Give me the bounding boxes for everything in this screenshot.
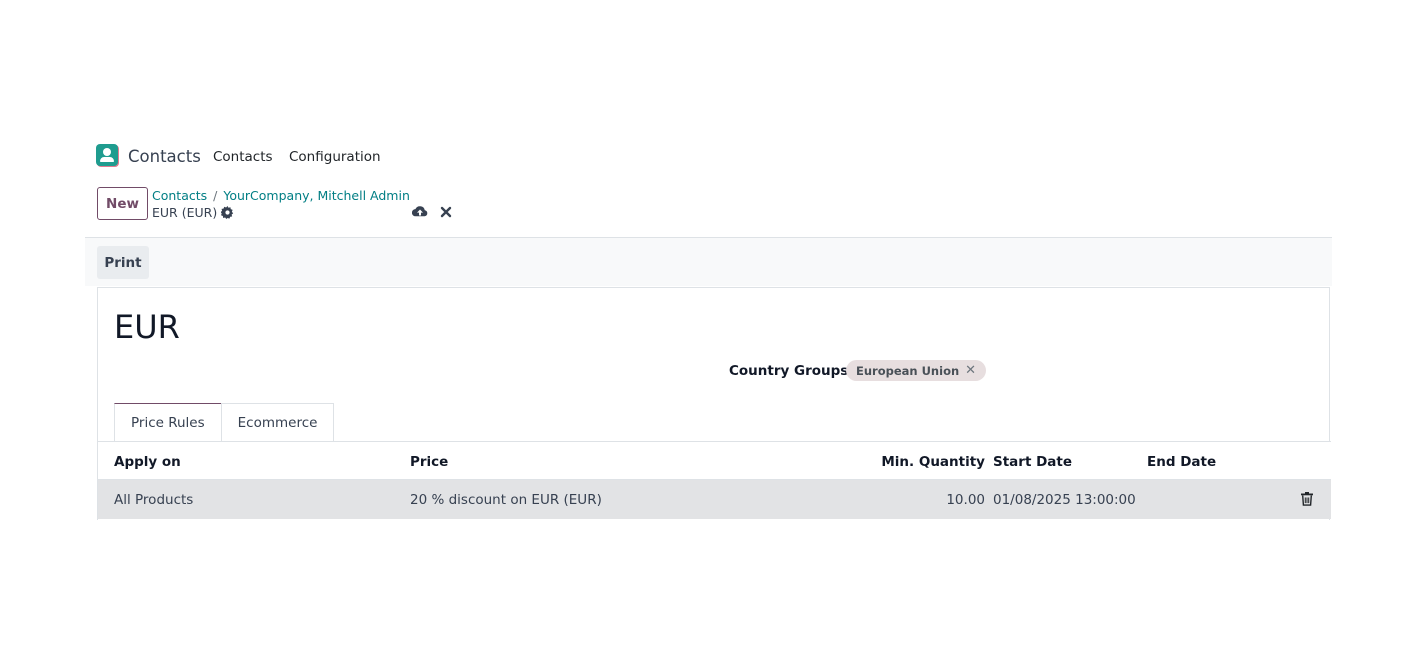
cloud-upload-icon[interactable] — [412, 205, 428, 219]
country-group-tag: European Union ✕ — [846, 360, 987, 381]
trash-icon[interactable] — [1301, 492, 1313, 506]
record-title: EUR (EUR) — [152, 205, 234, 220]
tab-ecommerce[interactable]: Ecommerce — [220, 403, 335, 442]
column-end-date[interactable]: End Date — [1147, 454, 1216, 470]
cell-start-date: 01/08/2025 13:00:00 — [993, 492, 1136, 508]
country-groups-label: Country Groups — [729, 363, 849, 379]
country-group-tag-label: European Union — [856, 363, 960, 378]
tab-price-rules[interactable]: Price Rules — [114, 403, 222, 442]
menu-configuration[interactable]: Configuration — [289, 149, 381, 165]
menu-contacts[interactable]: Contacts — [213, 149, 273, 165]
app-name[interactable]: Contacts — [128, 147, 201, 166]
gear-icon[interactable] — [221, 206, 234, 219]
table-row[interactable]: All Products 20 % discount on EUR (EUR) … — [98, 480, 1331, 519]
top-navbar: Contacts Contacts Configuration — [85, 132, 1332, 178]
close-icon[interactable] — [440, 206, 452, 218]
cell-min-quantity: 10.00 — [946, 492, 985, 508]
notebook-tabs: Price Rules Ecommerce — [114, 403, 335, 442]
breadcrumb-separator: / — [213, 188, 218, 203]
breadcrumb: Contacts / YourCompany, Mitchell Admin — [152, 188, 410, 203]
breadcrumb-partner[interactable]: YourCompany, Mitchell Admin — [223, 188, 410, 203]
action-bar: Print — [85, 238, 1332, 286]
remove-tag-icon[interactable]: ✕ — [965, 364, 976, 377]
cell-apply-on: All Products — [114, 492, 194, 508]
pricelist-name[interactable]: EUR — [114, 308, 180, 346]
contacts-app-icon[interactable] — [96, 144, 118, 166]
column-apply-on[interactable]: Apply on — [114, 454, 181, 470]
form-sheet: EUR Country Groups European Union ✕ Pric… — [97, 287, 1331, 520]
print-button[interactable]: Print — [97, 246, 149, 279]
new-button[interactable]: New — [97, 187, 148, 220]
record-name: EUR (EUR) — [152, 205, 218, 220]
breadcrumb-contacts[interactable]: Contacts — [152, 188, 207, 203]
column-start-date[interactable]: Start Date — [993, 454, 1072, 470]
column-min-quantity[interactable]: Min. Quantity — [881, 454, 985, 470]
table-header: Apply on Price Min. Quantity Start Date … — [98, 442, 1331, 480]
cell-price: 20 % discount on EUR (EUR) — [410, 492, 602, 508]
app-frame: Contacts Contacts Configuration New Cont… — [85, 132, 1332, 520]
column-price[interactable]: Price — [410, 454, 448, 470]
